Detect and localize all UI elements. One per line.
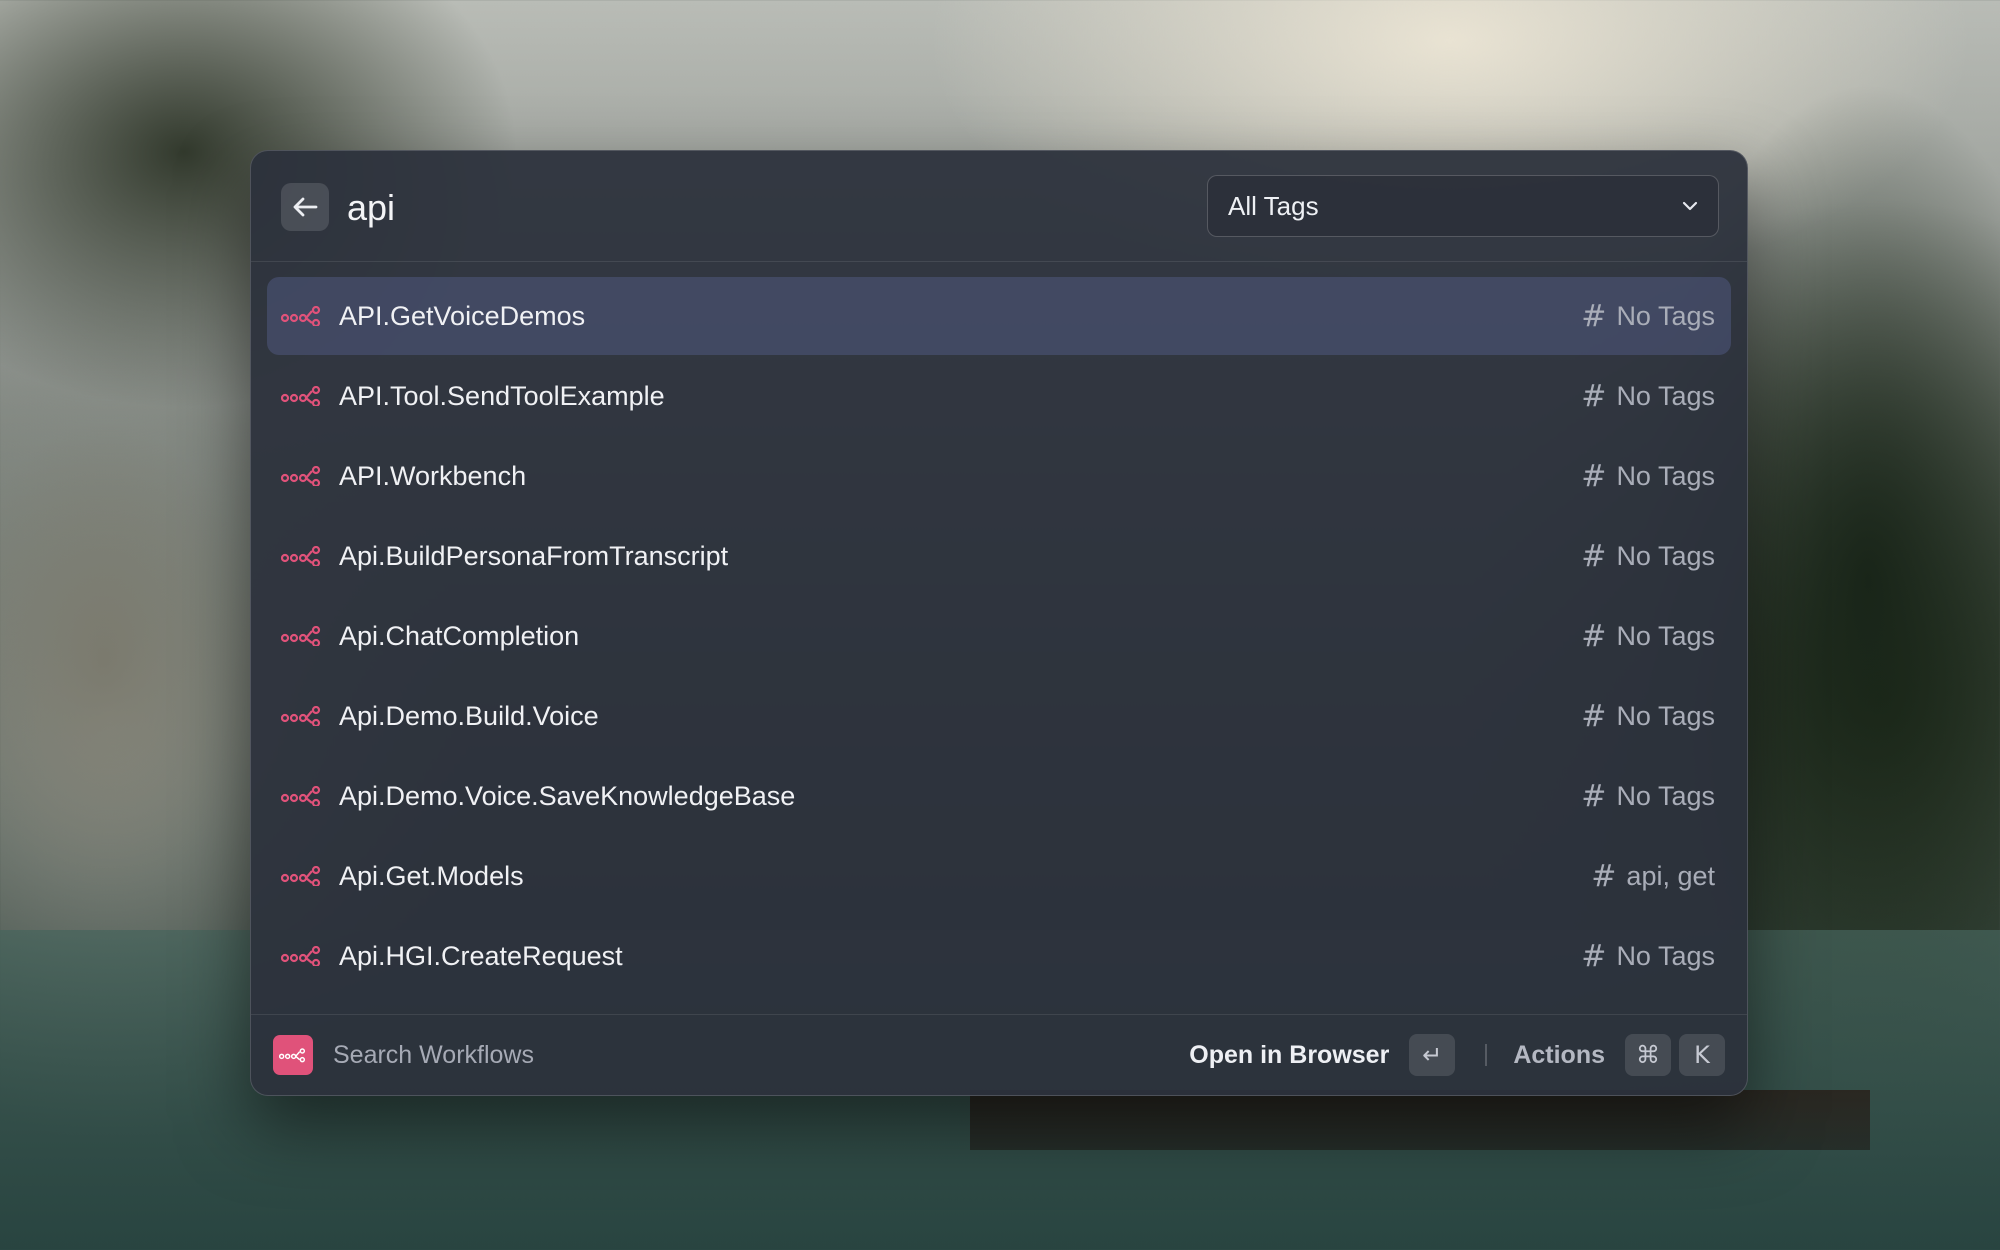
result-name: Api.ChatCompletion [339, 620, 580, 651]
chevron-down-icon [1682, 201, 1698, 211]
footer-divider [1485, 1044, 1488, 1066]
hash-icon: # [1591, 858, 1617, 894]
arrow-left-icon [293, 197, 318, 217]
result-tags-label: No Tags [1616, 300, 1715, 331]
search-input[interactable] [345, 177, 849, 239]
result-name: API.Tool.SendToolExample [339, 380, 665, 411]
result-tags-label: No Tags [1616, 460, 1715, 491]
result-tags-label: No Tags [1616, 380, 1715, 411]
result-tags: # No Tags [1581, 699, 1715, 734]
results-list: API.GetVoiceDemos # No Tags API.Tool.SendTo… [267, 277, 1731, 997]
launcher-window: All Tags API.GetVoiceDemos#No TagsAPI.To… [250, 150, 1748, 1096]
result-tags-label: No Tags [1616, 620, 1715, 651]
workflow-icon [281, 786, 321, 806]
result-tags-label: api, get [1626, 860, 1715, 891]
result-row[interactable]: API.GetVoiceDemos # No Tags [267, 277, 1731, 355]
workflow-icon [281, 706, 321, 726]
result-tags: # No Tags [1581, 299, 1715, 334]
result-row[interactable]: Api.HGI.CreateRequest # No Tags [267, 917, 1731, 995]
hash-icon: # [1581, 378, 1607, 414]
result-row[interactable]: API.Workbench # No Tags [267, 437, 1731, 515]
hash-icon: # [1581, 938, 1607, 974]
workflow-icon [281, 306, 321, 326]
hash-icon: # [1581, 538, 1607, 574]
result-row[interactable]: Api.Get.Models # api, get [267, 837, 1731, 915]
result-tags-label: No Tags [1616, 540, 1715, 571]
workflow-icon [281, 946, 321, 966]
hash-icon: # [1581, 698, 1607, 734]
workflow-app-icon [273, 1035, 313, 1075]
result-name: Api.BuildPersonaFromTranscript [339, 540, 729, 571]
background-dock [970, 1090, 1870, 1150]
result-name: Api.Demo.Voice.SaveKnowledgeBase [339, 780, 796, 811]
enter-key-hint: ↵ [1409, 1034, 1456, 1076]
result-row[interactable]: Api.BuildPersonaFromTranscript # No Tags [267, 517, 1731, 595]
back-button[interactable] [281, 183, 329, 231]
workflow-icon [281, 866, 321, 886]
result-name: API.GetVoiceDemos [339, 300, 586, 331]
hash-icon: # [1581, 298, 1607, 334]
tag-filter-dropdown[interactable]: All Tags [1207, 175, 1719, 237]
result-name: API.Workbench [339, 460, 527, 491]
result-tags: # No Tags [1581, 939, 1715, 974]
result-tags: # No Tags [1581, 379, 1715, 414]
search-header: All Tags [251, 151, 1747, 262]
workflow-icon [281, 546, 321, 566]
k-key-hint: K [1679, 1034, 1725, 1076]
workflow-icon [281, 626, 321, 646]
result-tags: # No Tags [1581, 619, 1715, 654]
result-name: Api.HGI.CreateRequest [339, 940, 623, 971]
result-row[interactable]: Api.Demo.Build.Voice # No Tags [267, 677, 1731, 755]
hash-icon: # [1581, 778, 1607, 814]
result-tags-label: No Tags [1616, 700, 1715, 731]
hash-icon: # [1581, 618, 1607, 654]
result-name: Api.Get.Models [339, 860, 524, 891]
command-key-hint: ⌘ [1625, 1034, 1671, 1076]
background-mountain [0, 420, 260, 900]
open-in-browser-button[interactable]: Open in Browser [1189, 1041, 1389, 1070]
result-tags-label: No Tags [1616, 780, 1715, 811]
result-row[interactable]: API.Tool.SendToolExample # No Tags [267, 357, 1731, 435]
tag-filter-value: All Tags [1228, 190, 1319, 221]
workflow-icon [281, 386, 321, 406]
workflow-icon [281, 466, 321, 486]
actions-button[interactable]: Actions [1513, 1041, 1605, 1070]
result-tags: # No Tags [1581, 539, 1715, 574]
result-tags: # api, get [1591, 859, 1715, 894]
result-tags: # No Tags [1581, 779, 1715, 814]
action-bar: Search Workflows Open in Browser ↵ Actio… [251, 1014, 1747, 1095]
result-row[interactable]: Api.Demo.Voice.SaveKnowledgeBase # No Tags [267, 757, 1731, 835]
result-name: Api.Demo.Build.Voice [339, 700, 599, 731]
result-tags: # No Tags [1581, 459, 1715, 494]
footer-title: Search Workflows [333, 1040, 534, 1069]
hash-icon: # [1581, 458, 1607, 494]
result-row[interactable]: Api.ChatCompletion # No Tags [267, 597, 1731, 675]
result-tags-label: No Tags [1616, 940, 1715, 971]
